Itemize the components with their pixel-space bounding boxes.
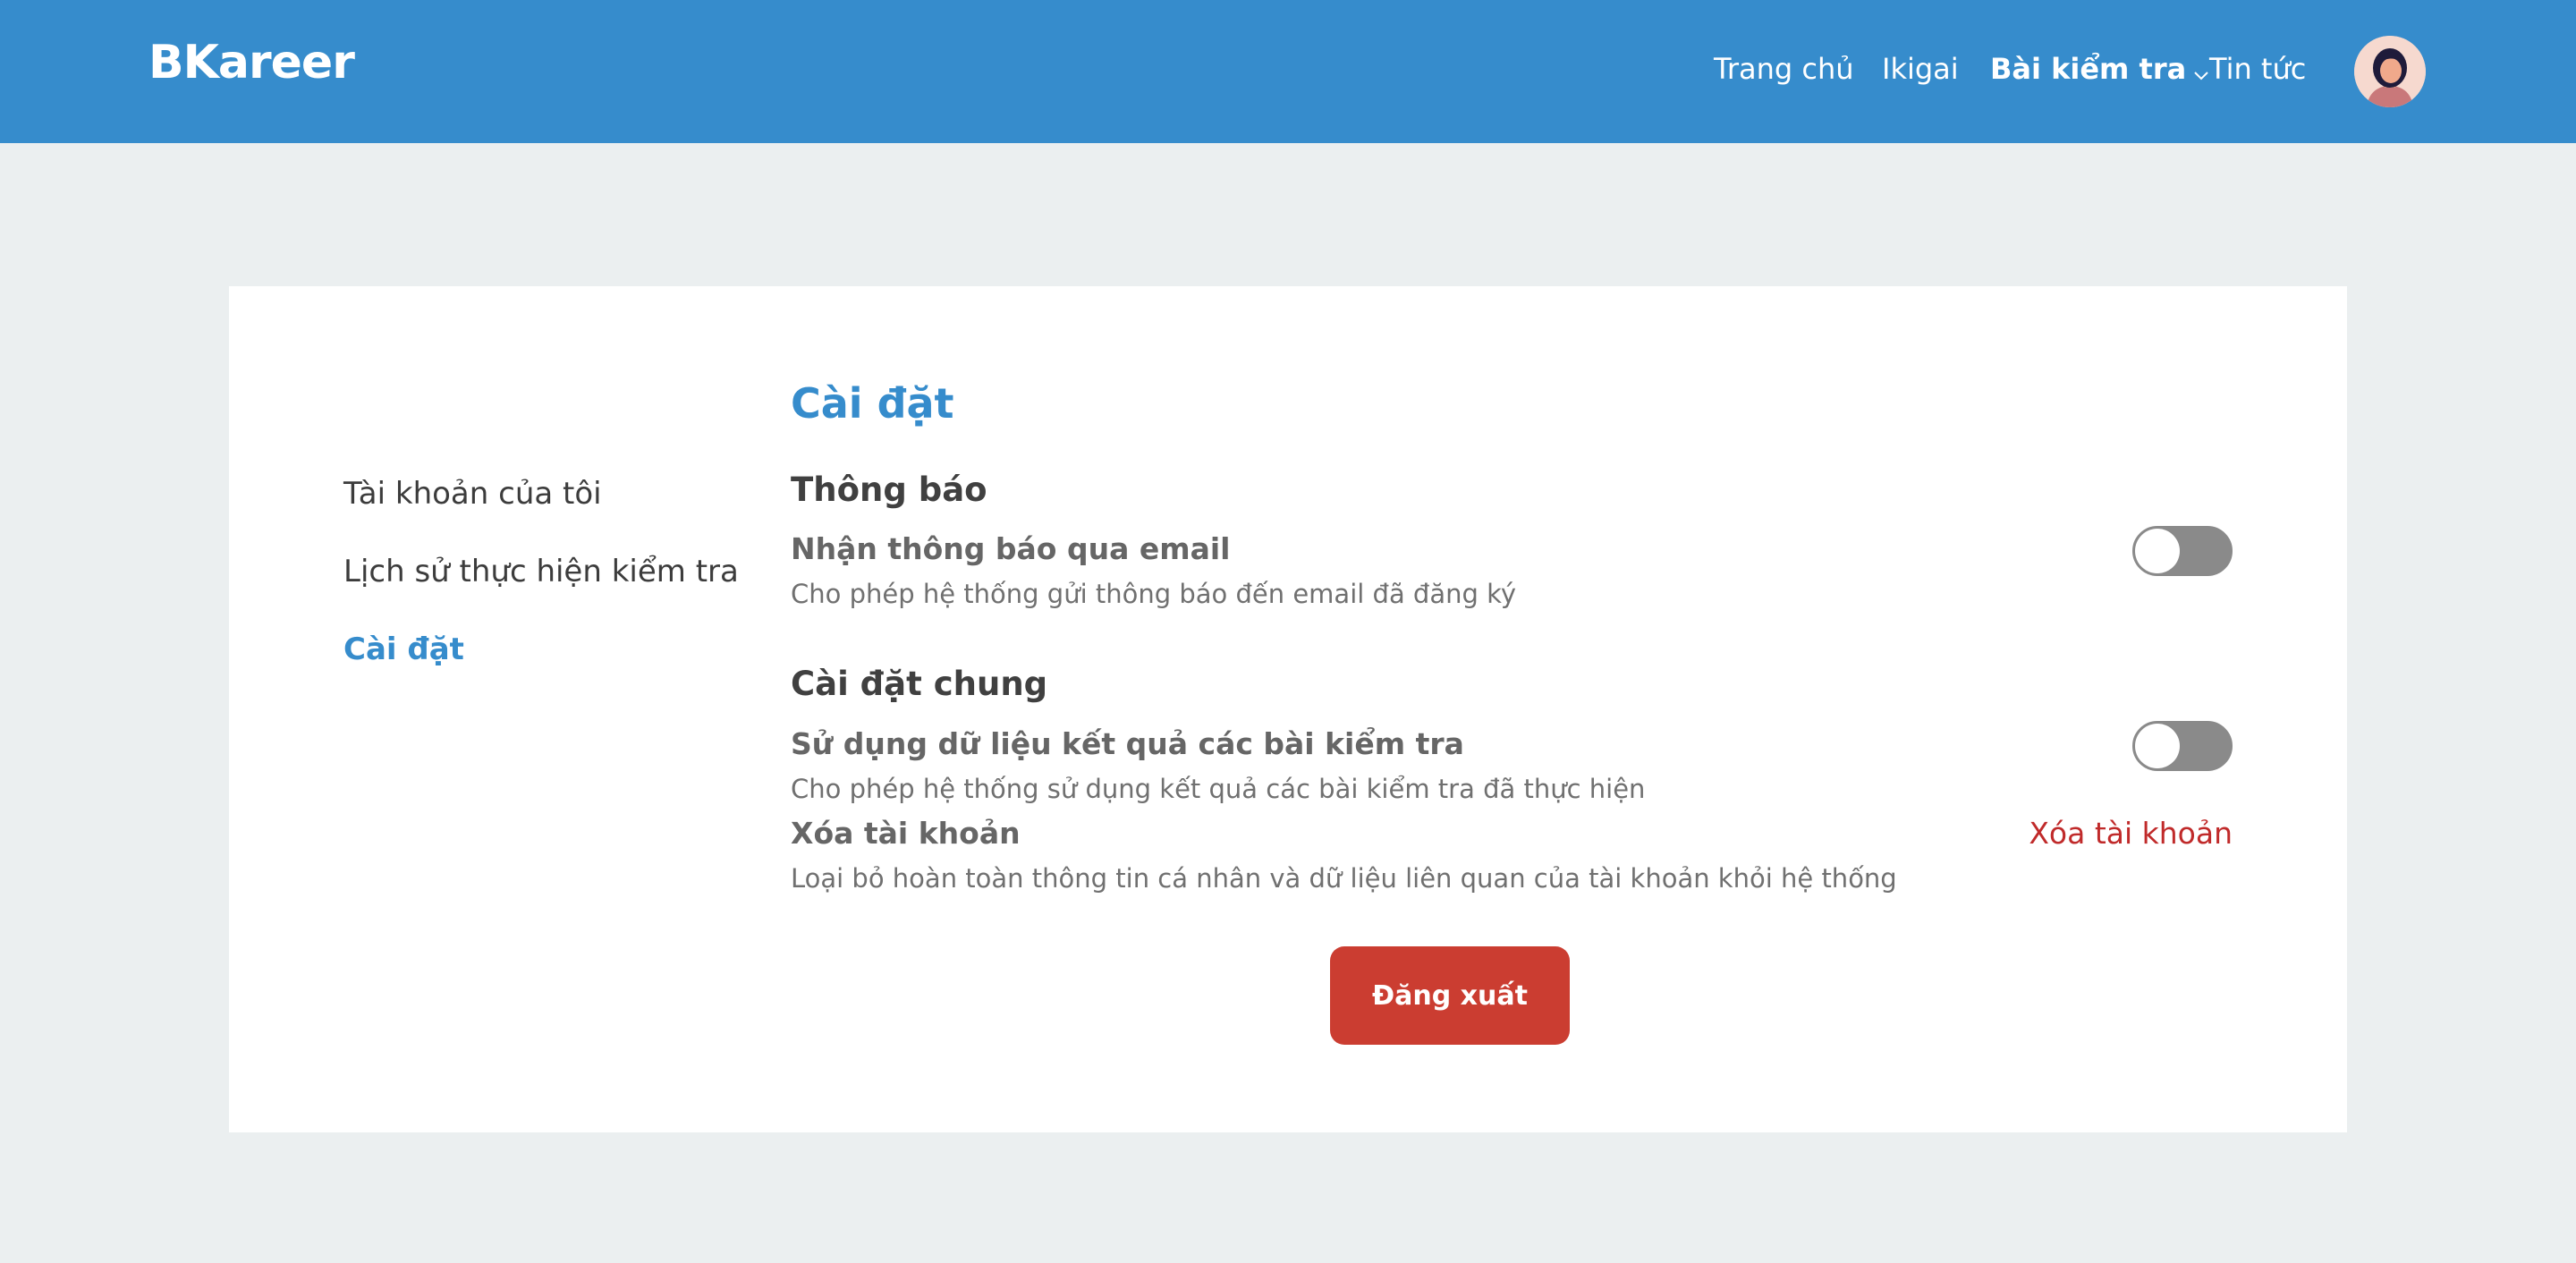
section-title-general: Cài đặt chung xyxy=(791,665,1048,703)
nav-news[interactable]: Tin tức xyxy=(2209,52,2306,86)
logout-button[interactable]: Đăng xuất xyxy=(1330,946,1570,1045)
user-avatar[interactable] xyxy=(2354,36,2426,107)
email-notification-description: Cho phép hệ thống gửi thông báo đến emai… xyxy=(791,579,1517,609)
chevron-down-icon xyxy=(2193,54,2209,88)
page-title: Cài đặt xyxy=(791,379,954,428)
nav-tests-dropdown[interactable]: Bài kiểm tra xyxy=(1990,52,2209,88)
nav-tests-label: Bài kiểm tra xyxy=(1990,52,2187,86)
avatar-icon xyxy=(2354,36,2426,107)
use-test-results-description: Cho phép hệ thống sử dụng kết quả các bà… xyxy=(791,774,1646,804)
settings-card: Tài khoản của tôi Lịch sử thực hiện kiểm… xyxy=(229,286,2347,1132)
use-test-results-toggle[interactable] xyxy=(2132,721,2233,771)
delete-account-title: Xóa tài khoản xyxy=(791,816,1021,851)
sidebar-item-settings[interactable]: Cài đặt xyxy=(343,632,464,667)
sidebar-item-test-history[interactable]: Lịch sử thực hiện kiểm tra xyxy=(343,554,739,589)
use-test-results-title: Sử dụng dữ liệu kết quả các bài kiểm tra xyxy=(791,726,1464,761)
toggle-knob xyxy=(2135,529,2180,573)
delete-account-link[interactable]: Xóa tài khoản xyxy=(2029,816,2233,851)
email-notification-title: Nhận thông báo qua email xyxy=(791,531,1231,566)
toggle-knob xyxy=(2135,724,2180,768)
nav-home[interactable]: Trang chủ xyxy=(1714,52,1854,86)
delete-account-description: Loại bỏ hoàn toàn thông tin cá nhân và d… xyxy=(791,863,1897,894)
nav-ikigai[interactable]: Ikigai xyxy=(1882,52,1959,86)
sidebar-item-my-account[interactable]: Tài khoản của tôi xyxy=(343,476,602,512)
main-nav: Trang chủ Ikigai Bài kiểm tra Tin tức xyxy=(0,52,2576,97)
section-title-notifications: Thông báo xyxy=(791,470,987,509)
top-navigation-bar: BKareer Trang chủ Ikigai Bài kiểm tra Ti… xyxy=(0,0,2576,143)
email-notification-toggle[interactable] xyxy=(2132,526,2233,576)
